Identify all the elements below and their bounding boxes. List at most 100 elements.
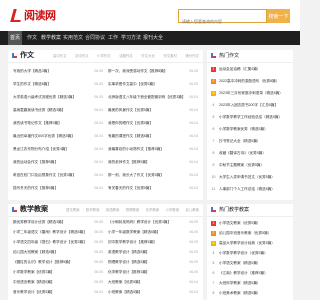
- list-item[interactable]: 音乐教学设计【优秀5篇】 06-04: [13, 288, 103, 296]
- list-item[interactable]: 鹅优秀教学设计优秀【精选3篇】 06-05: [13, 218, 103, 226]
- list-item[interactable]: 我最喜欢的小动物作文【推荐5篇】 06-04: [108, 145, 198, 153]
- list-item[interactable]: 有趣的课堂作文【精选6篇】 06-04: [108, 132, 198, 140]
- list-item[interactable]: 小班教案【精选5篇】 06-04: [108, 288, 198, 296]
- essay-tab[interactable]: 初中作文: [75, 53, 89, 58]
- essay-tab[interactable]: 满分作文: [185, 53, 199, 58]
- list-item[interactable]: 《小蝌蚪找妈妈》教学设计【优秀3篇】 06-05: [108, 218, 198, 226]
- list-item[interactable]: 最美的风景作文【优秀5篇】 06-04: [108, 106, 198, 114]
- nav-item-practical[interactable]: 实用范文: [62, 31, 84, 45]
- hot-teaching-header: 热门教学教案: [207, 204, 293, 217]
- teaching-panel-title: 教学教案: [20, 206, 48, 213]
- teaching-tab[interactable]: 语文教案: [66, 207, 80, 212]
- list-item[interactable]: 实事求是作文高中【优秀5篇】 06-05: [108, 80, 198, 88]
- list-item[interactable]: 小学一年级数学教案【精选6篇】 06-05: [108, 228, 198, 236]
- teaching-tab[interactable]: 数学教案: [86, 207, 100, 212]
- list-item[interactable]: 2 幼儿园中班音乐教案（优秀5篇）: [211, 229, 290, 237]
- list-item[interactable]: 小学数学教案【优秀3篇】 06-05: [13, 268, 103, 276]
- list-item[interactable]: 4 小学数学教学设计（优秀5篇）: [211, 249, 290, 257]
- nav-item-newspaper[interactable]: 报刊大全: [142, 31, 164, 45]
- list-item[interactable]: 8 小班美术教案（精选5篇）: [211, 289, 290, 297]
- list-item[interactable]: 最近的幸福作文600字优秀【精选5篇】 06-04: [13, 132, 103, 140]
- hot-essay-title: 热门作文: [219, 53, 240, 59]
- list-item[interactable]: 写我的大学【精品3篇】 06-05: [13, 67, 103, 75]
- teaching-tab[interactable]: 幼儿教案: [185, 207, 199, 212]
- list-item[interactable]: 我的运动会作文【推荐5篇】 06-04: [13, 158, 103, 166]
- list-item[interactable]: 英语教学设计【精选5篇】 06-05: [108, 248, 198, 256]
- list-item[interactable]: 3 2023年三月份家庭冲刺语录（精选5篇）: [211, 89, 290, 97]
- nav-item-contract[interactable]: 合同协议: [84, 31, 106, 45]
- list-item[interactable]: 11 人事部门个人工作总结（精选5篇）: [211, 185, 290, 193]
- list-item[interactable]: 8 收藏《翻译古诗》（优秀5篇）: [211, 149, 290, 157]
- essay-panel-title: 作文: [20, 52, 34, 59]
- list-item[interactable]: 我的老师作文【推荐5篇】 06-04: [108, 158, 198, 166]
- section-icon: [211, 53, 216, 58]
- site-header: 阅读网 搜索一下: [0, 0, 300, 31]
- list-item[interactable]: 学生的作文【精选8篇】 06-05: [13, 80, 103, 88]
- list-item[interactable]: 2 2022高中冲刺的激励语句（优秀8篇）: [211, 77, 290, 85]
- nav-item-study[interactable]: 学习方法: [120, 31, 142, 45]
- list-item[interactable]: 黑龙江农作物分布介绍【优秀4篇】 06-04: [13, 145, 103, 153]
- hot-essay-header: 热门作文: [207, 50, 293, 63]
- logo-text: 阅读网: [24, 9, 56, 22]
- section-icon: [211, 207, 216, 212]
- essay-panel-header: 作文 高中作文 初中作文 小学作文 话题作文 作文大全 作文素材 满分作文: [8, 50, 203, 63]
- essay-tab[interactable]: 作文素材: [163, 53, 177, 58]
- list-item[interactable]: 5 小学语文教案（精选5篇）: [211, 259, 290, 267]
- teaching-tab[interactable]: 小学教案: [166, 207, 180, 212]
- essay-tab[interactable]: 话题作文: [119, 53, 133, 58]
- section-icon: [12, 53, 17, 58]
- list-item[interactable]: 4 2023年入团志愿书200字【汇总5篇】: [211, 101, 290, 109]
- hot-teaching-title: 热门教学教案: [219, 207, 250, 213]
- list-item[interactable]: 北师版语文八年级下册全套配套训练【优秀3篇】 06-04: [108, 93, 198, 101]
- teaching-tabs: 语文教案 数学教案 英语教案 物理教案 化学教案 小学教案 幼儿教案: [66, 207, 199, 212]
- list-item[interactable]: 《圆柱的认识》教学设计【推荐5篇】 06-05: [13, 258, 103, 266]
- list-item[interactable]: 幼儿园大班教案【精选5篇】 06-05: [13, 248, 103, 256]
- nav-item-teaching[interactable]: 教学教案: [40, 31, 62, 45]
- nav-item-essay[interactable]: 作文: [25, 31, 39, 45]
- essay-tab[interactable]: 小学作文: [97, 53, 111, 58]
- teaching-tab[interactable]: 化学教案: [146, 207, 160, 212]
- list-item[interactable]: 化学教学设计【推荐3篇】 06-05: [108, 268, 198, 276]
- list-item[interactable]: 5 小学数学教学工作经验总结（精选5篇）: [211, 113, 290, 121]
- list-item[interactable]: 那一次，我深受感动作文【推荐8篇】 06-05: [108, 67, 198, 75]
- hot-teaching-sidebar: 热门教学教案 1 小学语文教案（优秀5篇） 2 幼儿园中班音乐教案（优秀5篇） 3高…: [207, 204, 293, 300]
- list-item[interactable]: 那一刻，我长大了作文【优秀5篇】 06-04: [108, 171, 198, 179]
- teaching-tab[interactable]: 英语教案: [106, 207, 120, 212]
- list-item[interactable]: 7 抄书笔记大全（精选5篇）: [211, 137, 290, 145]
- list-item[interactable]: 初中数学教学设计【推荐5篇】 06-05: [108, 238, 198, 246]
- list-item[interactable]: 我是你的眼作文【优秀5篇】 06-04: [108, 119, 198, 127]
- essay-tab[interactable]: 作文大全: [141, 53, 155, 58]
- list-item[interactable]: 大学英语六级考试流程优秀【精选3篇】 06-05: [13, 93, 103, 101]
- teaching-tab[interactable]: 物理教案: [126, 207, 140, 212]
- list-item[interactable]: 有关春天的作文【优秀5篇】 06-04: [108, 184, 198, 192]
- logo-icon: [12, 9, 22, 21]
- list-item[interactable]: 7 大班科学教案（精选5篇）: [211, 279, 290, 287]
- list-item[interactable]: 6 小学数学教案优秀（精选5篇）: [211, 125, 290, 133]
- main-nav: 首页 作文 教学教案 实用范文 合同协议 工作 学习方法 报刊大全: [0, 31, 300, 45]
- list-item[interactable]: 奇迹在校门口及后想象作文【优秀3篇】 06-04: [13, 171, 103, 179]
- nav-item-work[interactable]: 工作: [106, 31, 120, 45]
- list-item[interactable]: 9 中秋节主题教案（优秀5篇）: [211, 161, 290, 169]
- list-item[interactable]: 小学语文四年级《搭石》教学设计【优秀3篇】 06-05: [13, 238, 103, 246]
- nav-item-home[interactable]: 首页: [8, 31, 22, 45]
- list-item[interactable]: 我的读书笔记作文【推荐5篇】 06-04: [13, 119, 103, 127]
- list-item[interactable]: 6 《江南》教学设计（推荐5篇）: [211, 269, 290, 277]
- list-item[interactable]: 小学二年级语文《雷雨》教学设计【精选6篇】 06-05: [13, 228, 103, 236]
- search-input[interactable]: [179, 15, 266, 28]
- site-logo[interactable]: 阅读网: [12, 6, 56, 24]
- list-item[interactable]: 大班教案【优秀5篇】 06-04: [108, 278, 198, 286]
- teaching-panel-header: 教学教案 语文教案 数学教案 英语教案 物理教案 化学教案 小学教案 幼儿教案: [8, 204, 203, 217]
- essay-panel: 作文 高中作文 初中作文 小学作文 话题作文 作文大全 作文素材 满分作文 写我…: [8, 50, 203, 200]
- essay-tab[interactable]: 高中作文: [53, 53, 67, 58]
- list-item[interactable]: 中班语言教案【精选5篇】 06-05: [13, 278, 103, 286]
- list-item[interactable]: 描写冬天的作文【推荐5篇】 06-04: [13, 184, 103, 192]
- list-item[interactable]: 3 高品大学教学设计经典（优秀5篇）: [211, 239, 290, 247]
- list-item[interactable]: 1 小学语文教案（优秀5篇）: [211, 219, 290, 227]
- section-icon: [12, 207, 17, 212]
- search-button[interactable]: 搜索一下: [267, 9, 290, 23]
- list-item[interactable]: 1 运动会加油稿（汇集5篇）: [211, 65, 290, 73]
- search-box: [178, 9, 267, 28]
- list-item[interactable]: 10 大学生入党申请书范文（优秀5篇）: [211, 173, 290, 181]
- list-item[interactable]: 高雨童趣我读书优秀【精选3篇】 06-04: [13, 106, 103, 114]
- list-item[interactable]: 物理教学设计【精选5篇】 06-05: [108, 258, 198, 266]
